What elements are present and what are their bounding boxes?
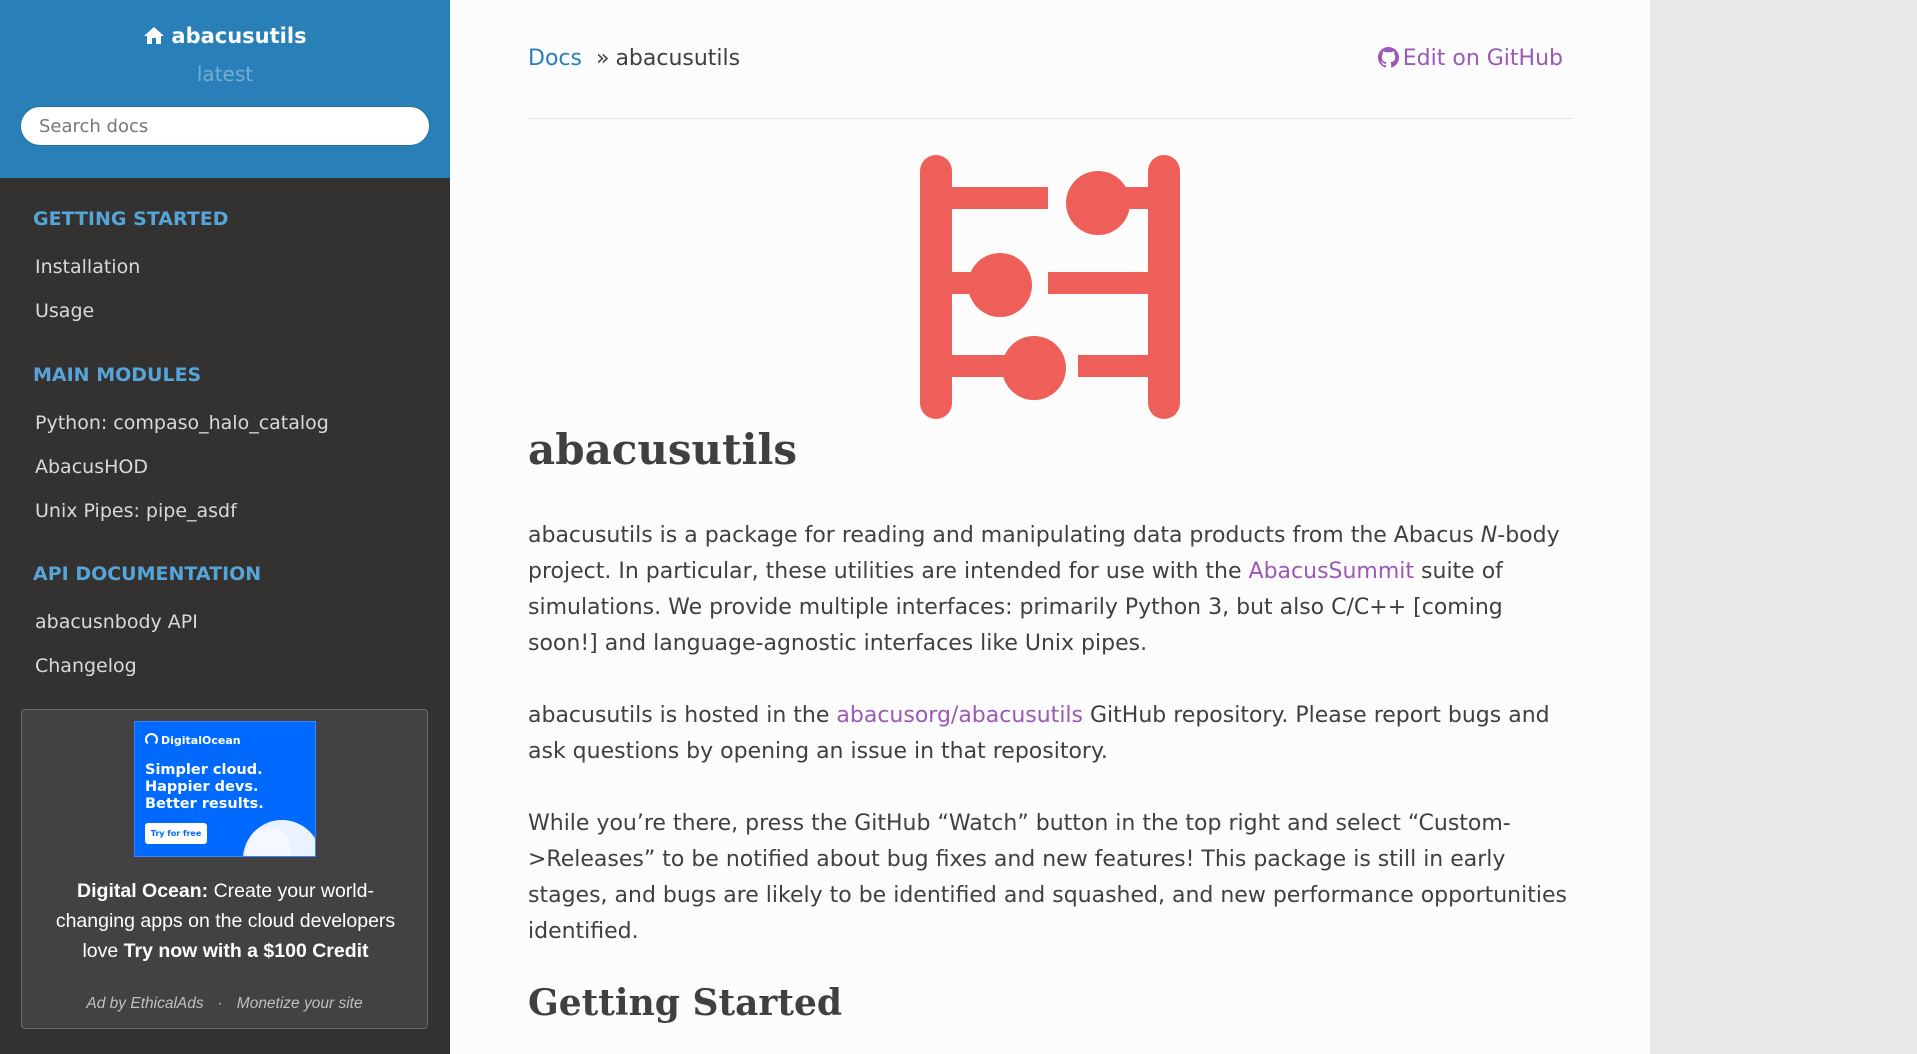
search-form (20, 106, 430, 146)
ad-advertiser: Digital Ocean: (77, 880, 209, 902)
project-name: abacusutils (171, 24, 307, 48)
nav-section-getting-started: GETTING STARTED Installation Usage (0, 210, 450, 333)
page-gutter (1650, 0, 1917, 1054)
intro-paragraph: abacusutils is a package for reading and… (528, 523, 1560, 656)
abacus-logo-icon (920, 155, 1180, 419)
sidebar-header: abacusutils latest (0, 0, 450, 178)
ad-footer: Ad by EthicalAds · Monetize your site (22, 995, 427, 1013)
breadcrumb-current: abacusutils (615, 46, 741, 71)
ad-by-ethicalads-link[interactable]: Ad by EthicalAds (86, 995, 203, 1012)
edit-on-github-link[interactable]: Edit on GitHub (1377, 46, 1563, 71)
abacussummit-link[interactable]: AbacusSummit (1249, 559, 1415, 584)
github-repo-link[interactable]: abacusorg/abacusutils (836, 703, 1083, 728)
section-heading-getting-started: Getting Started (528, 982, 843, 1024)
page-title: abacusutils (528, 425, 798, 474)
github-icon (1377, 47, 1399, 68)
breadcrumb: Docs » abacusutils (528, 46, 740, 71)
watch-paragraph: While you’re there, press the GitHub “Wa… (528, 811, 1567, 944)
nav-section-api-documentation: API DOCUMENTATION abacusnbody API Change… (0, 565, 450, 688)
sidebar-item-changelog[interactable]: Changelog (0, 644, 450, 688)
monetize-site-link[interactable]: Monetize your site (237, 995, 363, 1012)
nav-caption: API DOCUMENTATION (33, 563, 262, 585)
sidebar-item-pipe-asdf[interactable]: Unix Pipes: pipe_asdf (0, 489, 450, 533)
project-home-link[interactable]: abacusutils (143, 0, 307, 48)
edit-on-github-label: Edit on GitHub (1402, 46, 1563, 71)
ad-cta: Try now with a $100 Credit (123, 940, 369, 962)
hosting-paragraph: abacusutils is hosted in the abacusorg/a… (528, 703, 1550, 764)
search-input[interactable] (20, 106, 430, 146)
nav-section-main-modules: MAIN MODULES Python: compaso_halo_catalo… (0, 366, 450, 533)
sidebar-item-abacushod[interactable]: AbacusHOD (0, 445, 450, 489)
breadcrumb-separator: » (595, 46, 610, 71)
sidebar-item-compaso-halo-catalog[interactable]: Python: compaso_halo_catalog (0, 401, 450, 445)
ethical-ad: DigitalOcean Simpler cloud. Happier devs… (21, 709, 428, 1029)
main-content: Docs» abacusutils Edit on GitHub abacusut… (450, 0, 1650, 1054)
sidebar-item-usage[interactable]: Usage (0, 289, 450, 333)
ad-image[interactable]: DigitalOcean Simpler cloud. Happier devs… (134, 721, 316, 857)
ad-image-tagline: Simpler cloud. Happier devs. Better resu… (145, 762, 264, 812)
breadcrumb-docs-link[interactable]: Docs (528, 46, 582, 71)
header-divider (528, 118, 1573, 119)
ad-image-button: Try for free (145, 823, 207, 844)
ad-text[interactable]: Digital Ocean: Create your world-changin… (38, 876, 413, 966)
ad-image-brand: DigitalOcean (145, 733, 241, 747)
sidebar-item-installation[interactable]: Installation (0, 245, 450, 289)
version-label: latest (196, 62, 254, 86)
nav-caption: GETTING STARTED (33, 208, 229, 230)
home-icon (144, 27, 165, 44)
digitalocean-logo-icon (145, 733, 158, 746)
ad-footer-separator: · (217, 995, 223, 1012)
sidebar-item-abacusnbody-api[interactable]: abacusnbody API (0, 600, 450, 644)
nav-caption: MAIN MODULES (33, 364, 202, 386)
sidebar: abacusutils latest GETTING STARTED Insta… (0, 0, 450, 1054)
